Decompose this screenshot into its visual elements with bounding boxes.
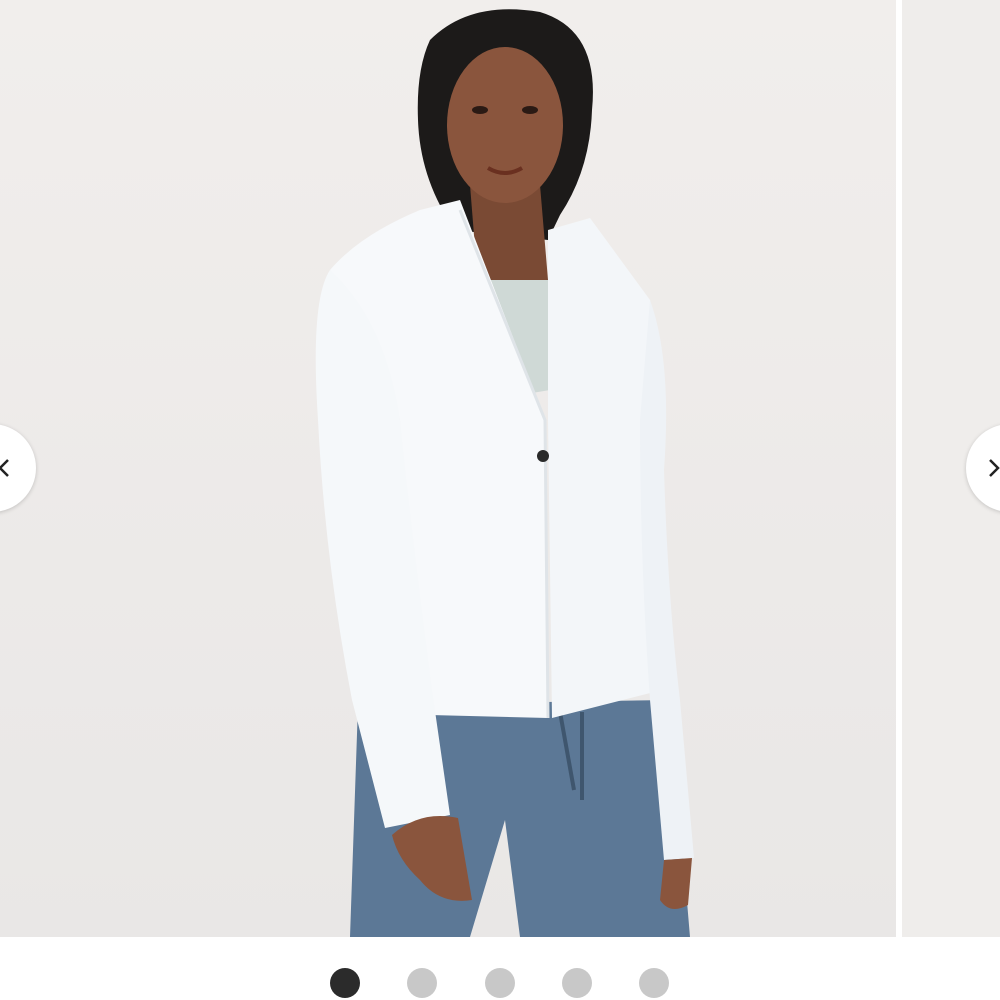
pagination-dot-1[interactable] xyxy=(330,968,360,998)
product-photo xyxy=(0,0,896,937)
model-face xyxy=(447,47,563,203)
zipper-pull xyxy=(537,450,549,462)
pagination-dot-3[interactable] xyxy=(485,968,515,998)
chevron-left-icon xyxy=(0,459,9,477)
pagination-dot-2[interactable] xyxy=(407,968,437,998)
product-image-slide xyxy=(0,0,896,937)
carousel-pagination xyxy=(0,966,1000,1000)
model-right-hand xyxy=(660,858,692,909)
pagination-dot-4[interactable] xyxy=(562,968,592,998)
chevron-right-icon xyxy=(989,459,1000,477)
pagination-dot-5[interactable] xyxy=(639,968,669,998)
product-image-carousel[interactable] xyxy=(0,0,1000,937)
